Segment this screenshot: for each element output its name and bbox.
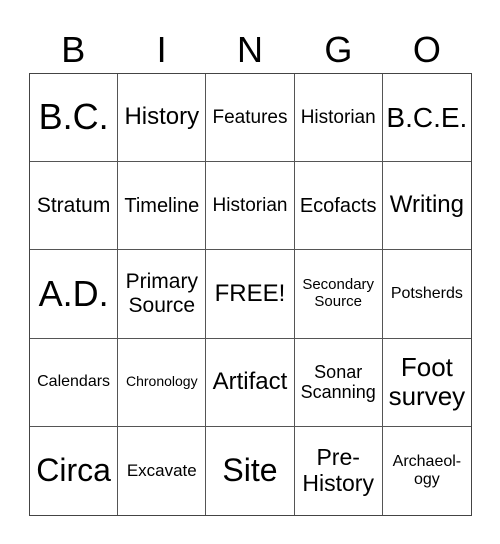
bingo-cell[interactable]: Circa [30,426,119,515]
header-letter-n: N [237,29,264,70]
bingo-cell[interactable]: Excavate [118,426,207,515]
bingo-cell[interactable]: Potsherds [382,250,471,339]
free-space-cell[interactable]: FREE! [206,250,295,339]
bingo-cell[interactable]: Artifact [206,338,295,427]
bingo-cell[interactable]: Site [206,426,295,515]
bingo-cell[interactable]: Historian [206,162,295,251]
bingo-cell[interactable]: Calendars [30,338,119,427]
bingo-cell[interactable]: Writing [382,162,471,251]
bingo-cell[interactable]: Historian [294,74,383,163]
header-letter-o: O [412,29,441,70]
bingo-cell[interactable]: Secondary Source [294,250,383,339]
header-letter-i: I [156,29,167,70]
header-letter-g: G [324,29,353,70]
bingo-cell[interactable]: B.C. [30,74,119,163]
bingo-cell[interactable]: Stratum [30,162,119,251]
bingo-cell[interactable]: History [118,74,207,163]
bingo-cell[interactable]: Sonar Scanning [294,338,383,427]
bingo-cell[interactable]: Primary Source [118,250,207,339]
bingo-grid: B.C. History Features Historian B.C.E. S… [29,73,472,516]
bingo-cell[interactable]: Features [206,74,295,163]
bingo-cell[interactable]: Archaeol-ogy [383,427,471,515]
bingo-cell[interactable]: Chronology [118,338,207,427]
bingo-header: B I N G O [29,28,471,72]
bingo-cell[interactable]: Foot survey [382,339,471,427]
bingo-cell[interactable]: Ecofacts [294,162,383,251]
header-letter-b: B [61,29,86,70]
bingo-cell[interactable]: Pre-History [295,426,383,515]
bingo-cell[interactable]: Timeline [118,162,207,251]
bingo-cell[interactable]: B.C.E. [382,74,471,163]
bingo-cell[interactable]: A.D. [30,250,119,339]
